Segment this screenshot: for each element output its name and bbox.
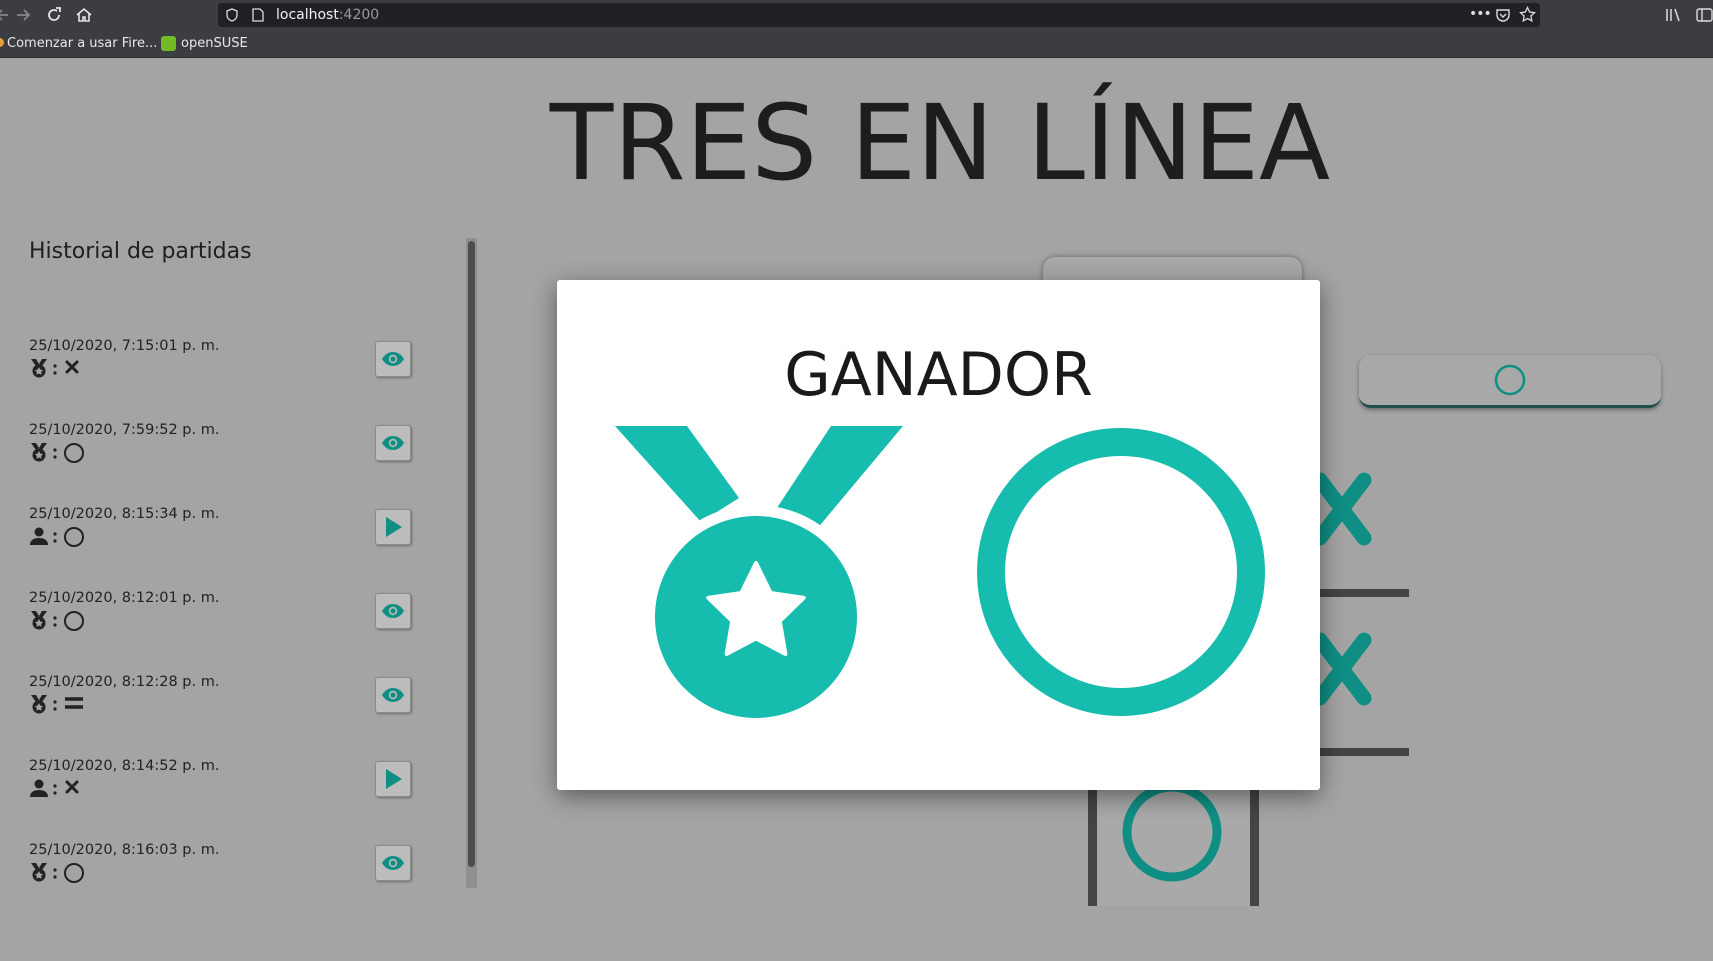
- opensuse-icon: [161, 36, 176, 51]
- browser-toolbar: localhost:4200 •••: [0, 0, 1713, 30]
- winner-modal: GANADOR: [557, 280, 1320, 790]
- more-actions-icon[interactable]: •••: [1469, 6, 1492, 22]
- bookmark-firefox[interactable]: Comenzar a usar Fire...: [7, 36, 157, 51]
- pocket-icon[interactable]: [1495, 7, 1511, 23]
- winner-circle-icon: [977, 428, 1265, 716]
- back-arrow-icon[interactable]: [0, 5, 14, 25]
- home-icon[interactable]: [74, 5, 94, 25]
- address-bar[interactable]: localhost:4200 •••: [218, 3, 1540, 27]
- firefox-bookmark-icon: [0, 38, 4, 47]
- forward-arrow-icon[interactable]: [13, 5, 33, 25]
- star-icon[interactable]: [1519, 6, 1536, 23]
- bookmarks-bar: Comenzar a usar Fire... openSUSE: [0, 30, 1713, 58]
- modal-title: GANADOR: [784, 340, 1093, 410]
- page-icon: [252, 8, 264, 22]
- medal-icon: [615, 426, 903, 718]
- shield-icon[interactable]: [225, 8, 239, 22]
- bookmark-opensuse[interactable]: openSUSE: [181, 36, 248, 51]
- reload-icon[interactable]: [44, 5, 64, 25]
- url-text: localhost:4200: [276, 7, 380, 23]
- library-icon[interactable]: [1665, 7, 1683, 23]
- sidebar-icon[interactable]: [1696, 7, 1713, 23]
